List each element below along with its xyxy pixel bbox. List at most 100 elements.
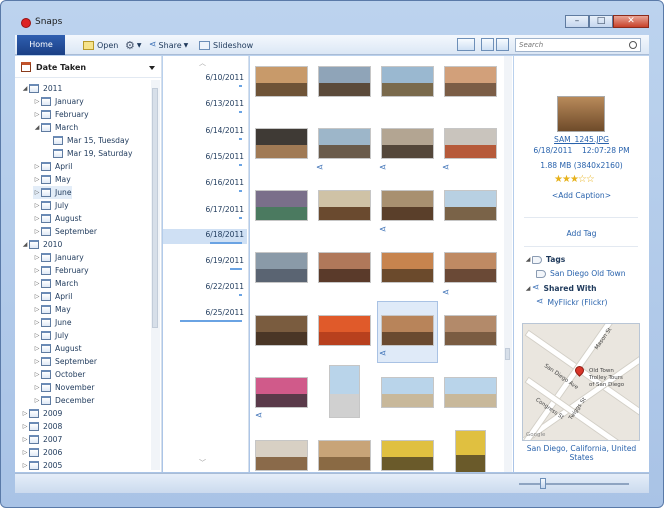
sidebar-item[interactable]: ◢ 2010: [21, 238, 62, 251]
sidebar-item[interactable]: ▷ March: [33, 277, 78, 290]
search-box[interactable]: [515, 38, 641, 52]
minimize-button[interactable]: –: [565, 15, 589, 28]
timeline-date[interactable]: 6/13/2011: [206, 99, 244, 108]
sidebar-item[interactable]: ▷ September: [33, 355, 97, 368]
expand-arrow-icon[interactable]: ▷: [21, 410, 29, 417]
photo-thumbnail[interactable]: [444, 190, 497, 221]
star-filled-icon[interactable]: ★: [554, 174, 563, 185]
sidebar-item[interactable]: ◢ March: [33, 121, 78, 134]
zoom-slider-handle[interactable]: [540, 478, 546, 489]
expand-arrow-icon[interactable]: ▷: [33, 176, 41, 183]
sidebar-item[interactable]: ▷ May: [33, 303, 71, 316]
photo-thumbnail[interactable]: [381, 440, 434, 471]
sidebar-item[interactable]: ▷ 2008: [21, 420, 62, 433]
expand-arrow-icon[interactable]: ◢: [21, 241, 29, 248]
expand-arrow-icon[interactable]: ▷: [33, 215, 41, 222]
expand-arrow-icon[interactable]: ▷: [33, 345, 41, 352]
timeline-date[interactable]: 6/19/2011: [206, 256, 244, 265]
rating-stars[interactable]: ★★★☆☆: [554, 174, 595, 185]
photo-thumbnail[interactable]: [444, 252, 497, 283]
photo-thumbnail[interactable]: [381, 315, 434, 346]
view-options-button[interactable]: [457, 38, 475, 51]
timeline-date[interactable]: 6/16/2011: [206, 178, 244, 187]
expand-arrow-icon[interactable]: ▷: [21, 449, 29, 456]
photo-thumbnail[interactable]: [318, 190, 371, 221]
collapse-arrow-icon[interactable]: ◢: [524, 285, 532, 292]
photo-thumbnail[interactable]: [318, 315, 371, 346]
photo-thumbnail[interactable]: [329, 365, 360, 418]
sidebar-item[interactable]: ▷ September: [33, 225, 97, 238]
date-taken-header[interactable]: Date Taken: [15, 56, 161, 78]
sidebar-item[interactable]: ▷ January: [33, 251, 84, 264]
photo-thumbnail[interactable]: [255, 128, 308, 159]
photo-thumbnail[interactable]: [444, 377, 497, 408]
sidebar-item[interactable]: ▷ November: [33, 381, 95, 394]
expand-arrow-icon[interactable]: ◢: [21, 85, 29, 92]
search-input[interactable]: [516, 39, 624, 51]
photo-thumbnail[interactable]: [381, 128, 434, 159]
share-button[interactable]: ⋖ Share ▼: [149, 38, 188, 52]
expand-arrow-icon[interactable]: ▷: [33, 98, 41, 105]
home-tab[interactable]: Home: [17, 35, 65, 55]
expand-arrow-icon[interactable]: ▷: [33, 202, 41, 209]
grid-scrollbar-thumb[interactable]: [505, 348, 510, 360]
expand-arrow-icon[interactable]: ▷: [33, 371, 41, 378]
expand-arrow-icon[interactable]: ▷: [21, 462, 29, 469]
star-filled-icon[interactable]: ★: [570, 174, 579, 185]
expand-arrow-icon[interactable]: ▷: [33, 319, 41, 326]
sidebar-item[interactable]: ▷ January: [33, 95, 84, 108]
open-button[interactable]: Open: [83, 38, 118, 52]
expand-arrow-icon[interactable]: ▷: [33, 111, 41, 118]
sidebar-item[interactable]: ▷ June: [33, 316, 72, 329]
photo-thumbnail[interactable]: [318, 128, 371, 159]
expand-arrow-icon[interactable]: ▷: [33, 332, 41, 339]
star-filled-icon[interactable]: ★: [562, 174, 571, 185]
tree-scrollbar[interactable]: [151, 80, 160, 470]
tag-item[interactable]: San Diego Old Town: [536, 269, 626, 278]
sidebar-item[interactable]: ▷ 2007: [21, 433, 62, 446]
sidebar-item[interactable]: Mar 15, Tuesday: [45, 134, 129, 147]
location-map[interactable]: Old Town Trolley Tours of San Diego Maso…: [522, 323, 640, 441]
sidebar-item[interactable]: ▷ May: [33, 173, 71, 186]
map-location-link[interactable]: San Diego, California, United States: [514, 444, 649, 462]
search-icon[interactable]: [629, 41, 637, 49]
view-grid-button[interactable]: [481, 38, 494, 51]
sidebar-item[interactable]: ◢ 2011: [21, 82, 62, 95]
expand-arrow-icon[interactable]: ▷: [33, 280, 41, 287]
view-details-button[interactable]: [496, 38, 509, 51]
sidebar-item[interactable]: ▷ February: [33, 264, 89, 277]
sidebar-item[interactable]: ▷ 2005: [21, 459, 62, 472]
photo-thumbnail[interactable]: [318, 440, 371, 471]
timeline-date[interactable]: 6/18/2011: [206, 230, 244, 239]
photo-thumbnail[interactable]: [444, 66, 497, 97]
photo-thumbnail[interactable]: [381, 377, 434, 408]
sidebar-item[interactable]: Mar 19, Saturday: [45, 147, 132, 160]
expand-arrow-icon[interactable]: ▷: [33, 189, 41, 196]
photo-thumbnail[interactable]: [255, 190, 308, 221]
sidebar-item[interactable]: ▷ 2009: [21, 407, 62, 420]
photo-thumbnail[interactable]: [381, 252, 434, 283]
photo-thumbnail[interactable]: [444, 315, 497, 346]
sidebar-item[interactable]: ▷ December: [33, 394, 94, 407]
expand-arrow-icon[interactable]: ▷: [21, 423, 29, 430]
chevron-up-icon[interactable]: ︿: [199, 58, 206, 68]
expand-arrow-icon[interactable]: ▷: [21, 436, 29, 443]
tree-scrollbar-thumb[interactable]: [152, 88, 158, 328]
expand-arrow-icon[interactable]: ▷: [33, 384, 41, 391]
sidebar-item[interactable]: ▷ February: [33, 108, 89, 121]
sidebar-item[interactable]: ▷ July: [33, 199, 69, 212]
photo-thumbnail[interactable]: [255, 315, 308, 346]
expand-arrow-icon[interactable]: ▷: [33, 163, 41, 170]
sidebar-item[interactable]: ▷ July: [33, 329, 69, 342]
shared-item[interactable]: ⋖ MyFlickr (Flickr): [536, 297, 608, 307]
collapse-arrow-icon[interactable]: ◢: [524, 256, 532, 263]
maximize-button[interactable]: □: [589, 15, 613, 28]
expand-arrow-icon[interactable]: ▷: [33, 293, 41, 300]
sidebar-item[interactable]: ▷ 2006: [21, 446, 62, 459]
photo-thumbnail[interactable]: [381, 66, 434, 97]
photo-thumbnail[interactable]: [255, 440, 308, 471]
slideshow-button[interactable]: Slideshow: [199, 38, 253, 52]
expand-arrow-icon[interactable]: ▷: [33, 267, 41, 274]
sidebar-item[interactable]: ▷ June: [33, 186, 72, 199]
sidebar-item[interactable]: ▷ April: [33, 290, 72, 303]
